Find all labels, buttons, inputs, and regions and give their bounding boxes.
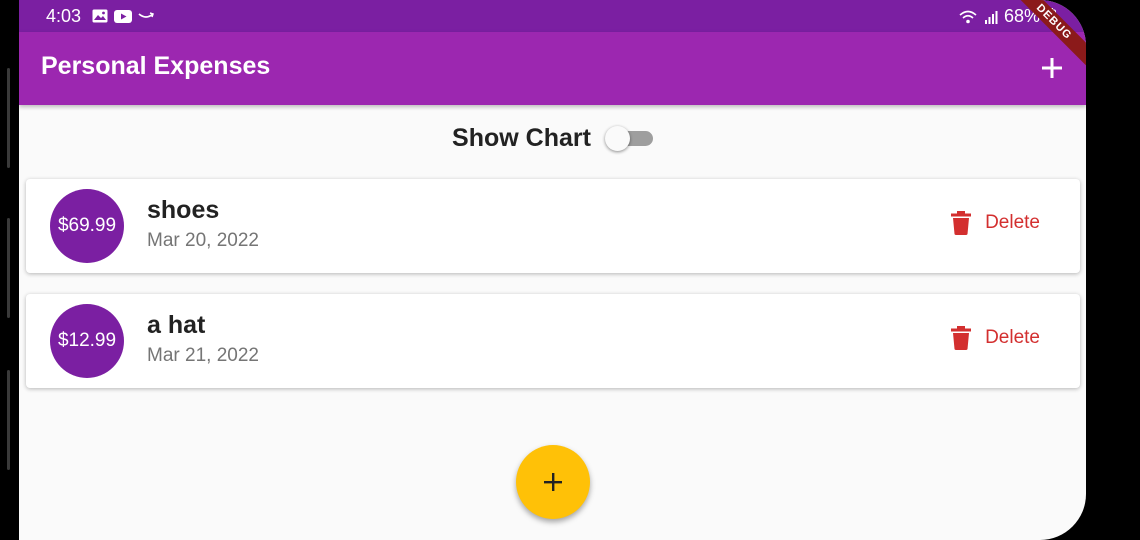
app-screen: 4:03 68% Personal Expenses DEBUG Show Ch… (19, 0, 1086, 540)
signal-icon (984, 10, 998, 24)
transaction-card: $12.99 a hat Mar 21, 2022 Delete (26, 294, 1080, 388)
trash-icon (951, 211, 972, 235)
show-chart-row: Show Chart (19, 118, 1086, 158)
amount-avatar: $69.99 (50, 189, 124, 263)
amazon-icon (138, 12, 154, 18)
transaction-title: a hat (147, 311, 206, 339)
transaction-card: $69.99 shoes Mar 20, 2022 Delete (26, 179, 1080, 273)
app-title: Personal Expenses (41, 52, 271, 80)
device-edge-bar (7, 370, 10, 470)
status-notification-icons (92, 9, 154, 23)
device-edge-bar (7, 68, 10, 168)
wifi-icon (959, 10, 977, 23)
youtube-icon (114, 9, 132, 23)
device-edge-bar (7, 218, 10, 318)
transaction-date: Mar 20, 2022 (147, 230, 259, 251)
show-chart-switch[interactable] (604, 125, 653, 151)
transaction-title: shoes (147, 196, 220, 224)
amount-avatar: $12.99 (50, 304, 124, 378)
delete-button[interactable]: Delete (951, 211, 1040, 235)
show-chart-label: Show Chart (452, 123, 591, 152)
trash-icon (951, 326, 972, 350)
add-expense-button[interactable] (1036, 52, 1068, 84)
amount-label: $12.99 (57, 330, 117, 351)
gallery-icon (92, 9, 108, 23)
switch-thumb (604, 126, 630, 151)
plus-icon (544, 473, 562, 491)
plus-icon (1042, 58, 1062, 78)
delete-label: Delete (985, 212, 1040, 233)
add-transaction-fab[interactable] (516, 445, 590, 519)
delete-button[interactable]: Delete (951, 326, 1040, 350)
status-bar: 4:03 68% (19, 0, 1086, 32)
transaction-date: Mar 21, 2022 (147, 345, 259, 366)
status-time: 4:03 (46, 6, 82, 26)
delete-label: Delete (985, 327, 1040, 348)
app-bar: Personal Expenses (19, 32, 1086, 105)
amount-label: $69.99 (57, 215, 117, 236)
